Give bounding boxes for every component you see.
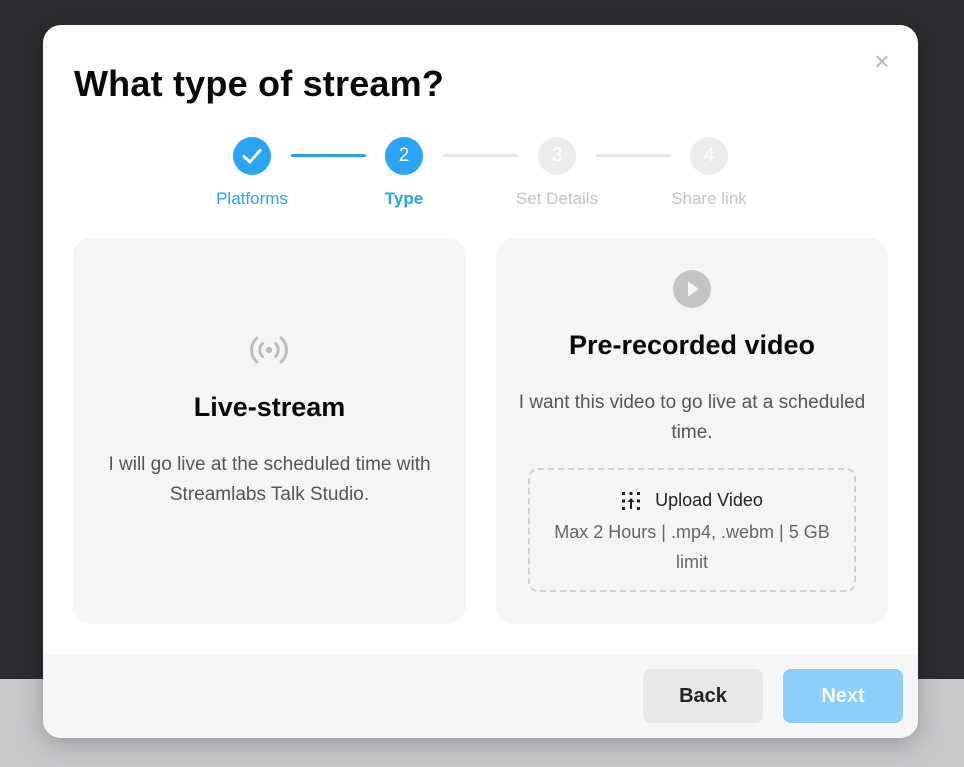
step-type-label: Type xyxy=(384,189,424,208)
play-icon xyxy=(672,269,712,309)
stream-type-dialog: × What type of stream? Platforms 2 Type … xyxy=(43,25,918,738)
step-type-number: 2 xyxy=(385,137,423,175)
step-share-label: Share link xyxy=(671,189,747,208)
step-platforms-label: Platforms xyxy=(216,189,288,208)
step-details-number: 3 xyxy=(538,137,576,175)
step-platforms-check-icon xyxy=(233,137,271,175)
prerecorded-description: I want this video to go live at a schedu… xyxy=(518,392,866,443)
close-icon[interactable]: × xyxy=(869,48,895,74)
upload-icon xyxy=(621,491,641,511)
prerecorded-option-card[interactable]: Pre-recorded video I want this video to … xyxy=(496,238,888,624)
back-button[interactable]: Back xyxy=(643,669,763,723)
step-connector-2 xyxy=(443,154,518,157)
dialog-title: What type of stream? xyxy=(74,63,445,104)
step-connector-1 xyxy=(291,154,366,157)
dialog-footer: Back Next xyxy=(43,654,918,738)
upload-video-dropzone[interactable]: Upload Video Max 2 Hours | .mp4, .webm |… xyxy=(528,468,856,592)
step-details-label: Set Details xyxy=(515,189,599,208)
broadcast-icon xyxy=(249,333,289,367)
next-button[interactable]: Next xyxy=(783,669,903,723)
upload-video-label: Upload Video xyxy=(655,490,763,510)
live-stream-description: I will go live at the scheduled time wit… xyxy=(108,454,431,505)
live-stream-option-card[interactable]: Live-stream I will go live at the schedu… xyxy=(73,238,466,624)
upload-video-hint: Max 2 Hours | .mp4, .webm | 5 GB limit xyxy=(554,522,830,572)
step-share-number: 4 xyxy=(690,137,728,175)
prerecorded-title: Pre-recorded video xyxy=(568,330,816,360)
step-connector-3 xyxy=(596,154,671,157)
live-stream-title: Live-stream xyxy=(193,392,346,422)
